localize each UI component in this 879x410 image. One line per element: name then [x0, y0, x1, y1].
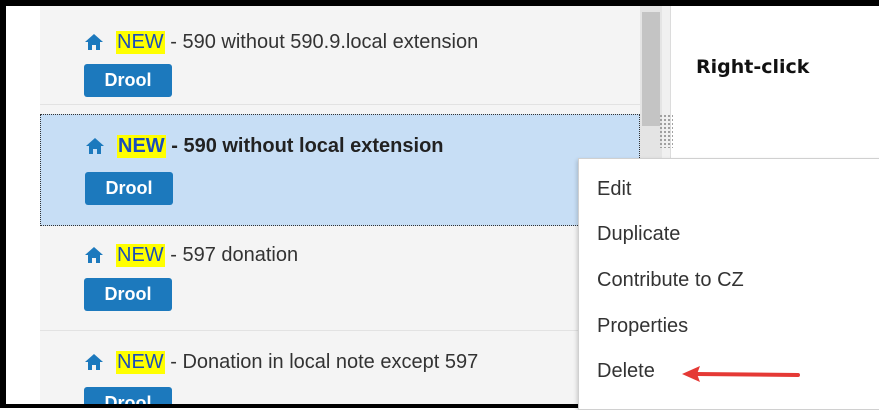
menu-item-duplicate[interactable]: Duplicate [597, 223, 680, 246]
menu-item-edit[interactable]: Edit [597, 178, 631, 201]
new-tag: NEW [117, 134, 166, 158]
title-separator: - [164, 243, 183, 266]
list-item[interactable]: NEW - 590 without 590.9.local extension … [40, 6, 640, 105]
right-click-heading: Right-click [696, 56, 810, 78]
title-separator: - [164, 350, 183, 373]
title-separator: - [165, 134, 184, 157]
splitter-grip-icon[interactable] [659, 114, 673, 148]
list-item-selected[interactable]: NEW - 590 without local extension Drool [40, 114, 640, 226]
home-icon [86, 138, 104, 154]
item-title-text: 597 donation [182, 243, 299, 266]
item-title: NEW - 597 donation [84, 243, 298, 267]
red-arrow-icon [682, 366, 800, 382]
item-title: NEW - Donation in local note except 597 [84, 350, 478, 374]
item-title: NEW - 590 without 590.9.local extension [84, 30, 478, 54]
new-tag: NEW [116, 30, 165, 54]
scrollbar-thumb[interactable] [642, 12, 660, 126]
drool-badge: Drool [84, 64, 172, 97]
menu-item-contribute-to-cz[interactable]: Contribute to CZ [597, 269, 744, 292]
item-title-text: 590 without local extension [183, 134, 444, 157]
menu-item-delete[interactable]: Delete [597, 360, 655, 383]
rules-list: NEW - 590 without 590.9.local extension … [40, 6, 640, 404]
new-tag: NEW [116, 243, 165, 267]
list-item[interactable]: NEW - 597 donation Drool [40, 226, 640, 331]
title-separator: - [164, 30, 183, 53]
item-title-text: Donation in local note except 597 [182, 350, 479, 373]
new-tag: NEW [116, 350, 165, 374]
drool-badge: Drool [85, 172, 173, 205]
drool-badge: Drool [84, 387, 172, 404]
home-icon [85, 34, 103, 50]
drool-badge: Drool [84, 278, 172, 311]
home-icon [85, 247, 103, 263]
home-icon [85, 354, 103, 370]
list-item[interactable]: NEW - Donation in local note except 597 … [40, 331, 640, 404]
item-title-text: 590 without 590.9.local extension [182, 30, 479, 53]
item-title: NEW - 590 without local extension [85, 134, 444, 158]
menu-item-properties[interactable]: Properties [597, 315, 688, 338]
